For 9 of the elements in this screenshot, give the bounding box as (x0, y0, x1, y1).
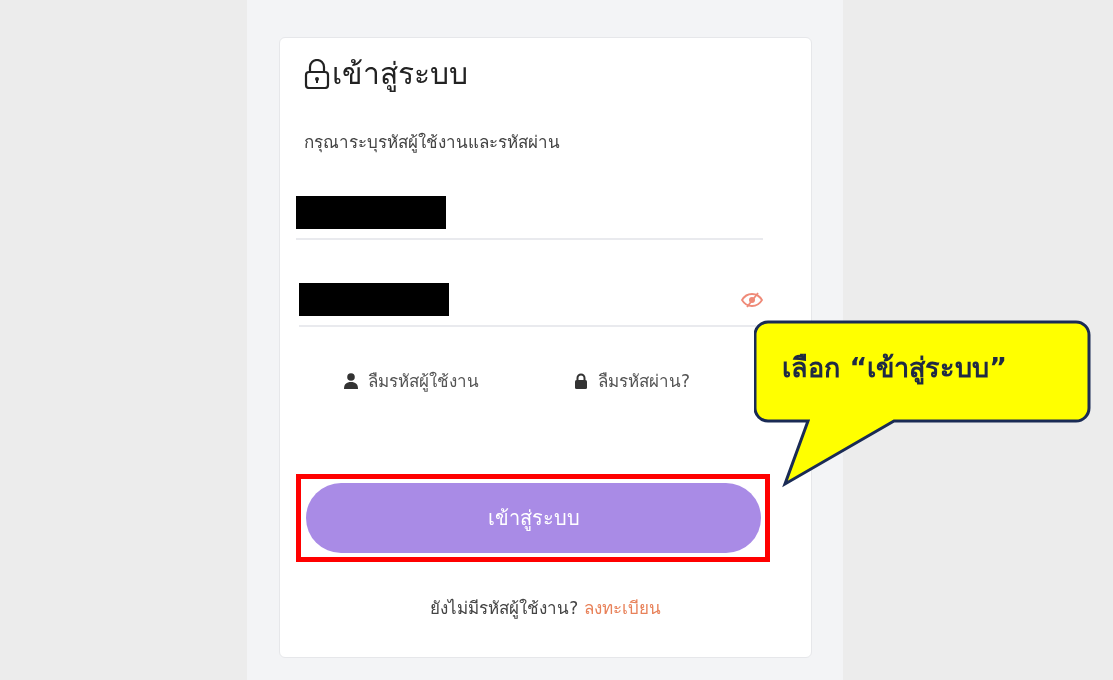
forgot-link[interactable]: ลืมรหัสผ่าน? (598, 368, 691, 394)
callout-tooltip-text: เลือก “เข้าสู่ระบบ” (782, 351, 1007, 386)
lock-icon (574, 373, 588, 390)
forgot-link[interactable]: ลืมรหัสผู้ใช้งาน (368, 368, 479, 394)
lock-icon (304, 59, 330, 89)
signup-prompt: ยังไม่มีรหัสผู้ใช้งาน? (430, 598, 580, 618)
instruction-text: กรุณาระบุรหัสผู้ใช้งานและรหัสผ่าน (304, 131, 561, 155)
user-icon (344, 373, 358, 390)
login-title: เข้าสู่ระบบ (332, 56, 468, 92)
